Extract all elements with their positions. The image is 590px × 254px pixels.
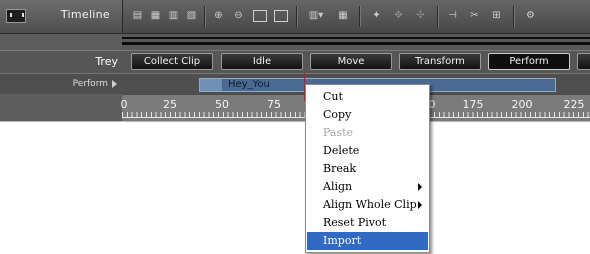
track-divider — [122, 34, 590, 50]
menu-item-label: Align — [323, 180, 353, 193]
menu-item-label: Align Whole Clip — [323, 198, 417, 211]
panel-menu-icon[interactable] — [6, 9, 26, 23]
zoom-out-icon[interactable]: ⊖ — [233, 10, 244, 22]
idle-button[interactable]: Idle — [221, 53, 303, 70]
clip-row: Perform Hey_You — [0, 73, 590, 94]
key-tangent-icon[interactable]: ✥ — [393, 10, 404, 22]
menu-item-reset-pivot[interactable]: Reset Pivot — [307, 214, 428, 232]
zoom-fit-icon[interactable] — [253, 10, 267, 22]
toolbar-separator — [204, 6, 205, 27]
zoom-all-icon[interactable] — [274, 10, 288, 22]
panel-header: Timeline — [0, 0, 122, 34]
menu-item-align[interactable]: Align — [307, 178, 428, 196]
perform-button[interactable]: Perform — [488, 53, 570, 70]
submenu-arrow-icon — [418, 183, 422, 191]
timeline-panel: Timeline ▤ ▦ ▥ ▧ ⊕ ⊖ ▥▾ ▦ ✦ ✥ ✣ ⊣ ✂ ⊞ ⚙ … — [0, 0, 590, 122]
toolbar-separator — [513, 6, 514, 27]
ruler-label: 25 — [163, 98, 177, 111]
menu-item-copy[interactable]: Copy — [307, 106, 428, 124]
toolbar-separator — [359, 6, 360, 27]
ruler-label: 175 — [462, 98, 484, 111]
toolbar-separator — [296, 6, 297, 27]
split-icon[interactable]: ⊣ — [447, 10, 458, 22]
menu-item-cut[interactable]: Cut — [307, 88, 428, 106]
panel-title: Timeline — [60, 8, 110, 21]
grid-icon[interactable]: ▦ — [335, 10, 351, 22]
bars-icon[interactable]: ▥▾ — [307, 10, 325, 22]
ruler-label: 0 — [120, 98, 128, 111]
collect-clip-button[interactable]: Collect Clip — [131, 53, 213, 70]
ruler-label: 225 — [563, 98, 585, 111]
track-row: Trey Collect Clip Idle Move Transform Pe… — [0, 50, 590, 73]
menu-item-import[interactable]: Import — [307, 232, 428, 250]
paste-file-icon[interactable]: ▥ — [168, 10, 179, 22]
menu-item-paste: Paste — [323, 126, 354, 139]
zoom-in-icon[interactable]: ⊕ — [213, 10, 224, 22]
key-add-icon[interactable]: ✦ — [371, 10, 382, 22]
ruler-label: 75 — [267, 98, 281, 111]
new-file-icon[interactable]: ▤ — [132, 10, 143, 22]
copy-file-icon[interactable]: ▦ — [150, 10, 161, 22]
delete-file-icon[interactable]: ▧ — [186, 10, 197, 22]
context-menu: Cut Copy Paste Delete Break Align Align … — [305, 84, 430, 253]
key-remove-icon[interactable]: ✣ — [415, 10, 426, 22]
move-button[interactable]: Move — [310, 53, 392, 70]
menu-item-break[interactable]: Break — [307, 160, 428, 178]
expand-arrow-icon[interactable] — [112, 80, 117, 88]
merge-icon[interactable]: ⊞ — [491, 10, 502, 22]
menu-item-delete[interactable]: Delete — [307, 142, 428, 160]
timeline-toolbar: ▤ ▦ ▥ ▧ ⊕ ⊖ ▥▾ ▦ ✦ ✥ ✣ ⊣ ✂ ⊞ ⚙ — [122, 0, 590, 34]
scissors-icon[interactable]: ✂ — [469, 10, 480, 22]
submenu-arrow-icon — [418, 201, 422, 209]
track-name: Trey — [95, 55, 118, 68]
ruler-label: 50 — [215, 98, 229, 111]
more-button[interactable] — [577, 53, 590, 70]
clip-name: Hey_You — [228, 79, 270, 90]
menu-item-align-whole-clip[interactable]: Align Whole Clip — [307, 196, 428, 214]
settings-icon[interactable]: ⚙ — [525, 10, 536, 22]
ruler-label: 200 — [511, 98, 533, 111]
toolbar-separator — [437, 6, 438, 27]
transform-button[interactable]: Transform — [399, 53, 481, 70]
clip-row-label: Perform — [72, 79, 108, 89]
